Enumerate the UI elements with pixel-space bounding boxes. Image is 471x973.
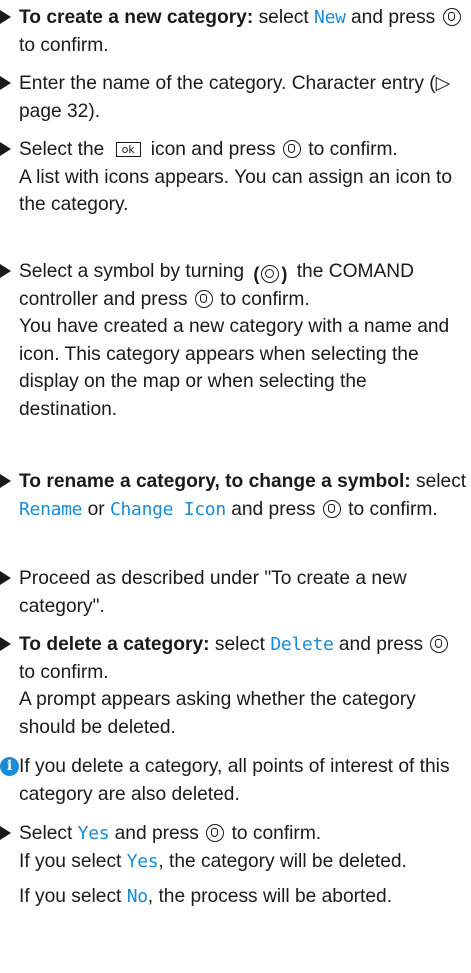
triangle-bullet-icon — [0, 264, 11, 278]
step-result: If you select No, the process will be ab… — [19, 886, 393, 907]
press-controller-icon — [194, 289, 213, 308]
menu-item-yes: Yes — [126, 850, 159, 872]
triangle-bullet-icon — [0, 826, 11, 840]
step-result: You have created a new category with a n… — [19, 316, 450, 420]
step-enter-name: Enter the name of the category. Characte… — [0, 70, 468, 125]
step-rename-category: To rename a category, to change a symbol… — [0, 468, 468, 523]
press-controller-icon — [282, 140, 301, 158]
menu-item-change-icon: Change Icon — [109, 498, 226, 520]
menu-item-no: No — [126, 886, 148, 907]
step-select-ok: Select the ok icon and press to confirm. … — [0, 136, 468, 219]
triangle-bullet-icon — [0, 142, 11, 156]
triangle-bullet-icon — [0, 474, 11, 488]
info-icon: i — [0, 757, 19, 776]
menu-item-yes: Yes — [77, 823, 110, 844]
turn-controller-icon: () — [253, 264, 288, 284]
ok-icon: ok — [115, 142, 141, 157]
heading-rename-category: To rename a category, to change a symbol… — [19, 471, 411, 492]
triangle-bullet-icon — [0, 10, 11, 24]
triangle-bullet-icon — [0, 76, 11, 90]
manual-page: To create a new category: select New and… — [0, 0, 471, 973]
press-controller-icon — [430, 635, 449, 653]
step-proceed: Proceed as described under "To create a … — [0, 565, 468, 620]
info-note: i If you delete a category, all points o… — [0, 753, 468, 808]
heading-create-category: To create a new category: — [19, 7, 254, 28]
step-delete-category: To delete a category: select Delete and … — [0, 631, 468, 741]
heading-delete-category: To delete a category: — [19, 634, 210, 655]
triangle-bullet-icon — [0, 637, 11, 651]
press-controller-icon — [206, 824, 225, 842]
menu-item-new: New — [314, 7, 346, 28]
step-result: If you select Yes, the category will be … — [19, 850, 407, 872]
step-select-symbol: Select a symbol by turning () the COMAND… — [0, 258, 468, 423]
menu-item-rename: Rename — [19, 498, 83, 520]
step-create-category: To create a new category: select New and… — [0, 4, 468, 59]
menu-item-delete: Delete — [270, 634, 334, 655]
step-result: A list with icons appears. You can assig… — [19, 166, 453, 216]
step-confirm-yes: Select Yes and press to confirm. If you … — [0, 820, 468, 911]
triangle-bullet-icon — [0, 571, 11, 585]
press-controller-icon — [442, 8, 461, 26]
press-controller-icon — [322, 499, 341, 518]
step-result: A prompt appears asking whether the cate… — [19, 689, 416, 738]
